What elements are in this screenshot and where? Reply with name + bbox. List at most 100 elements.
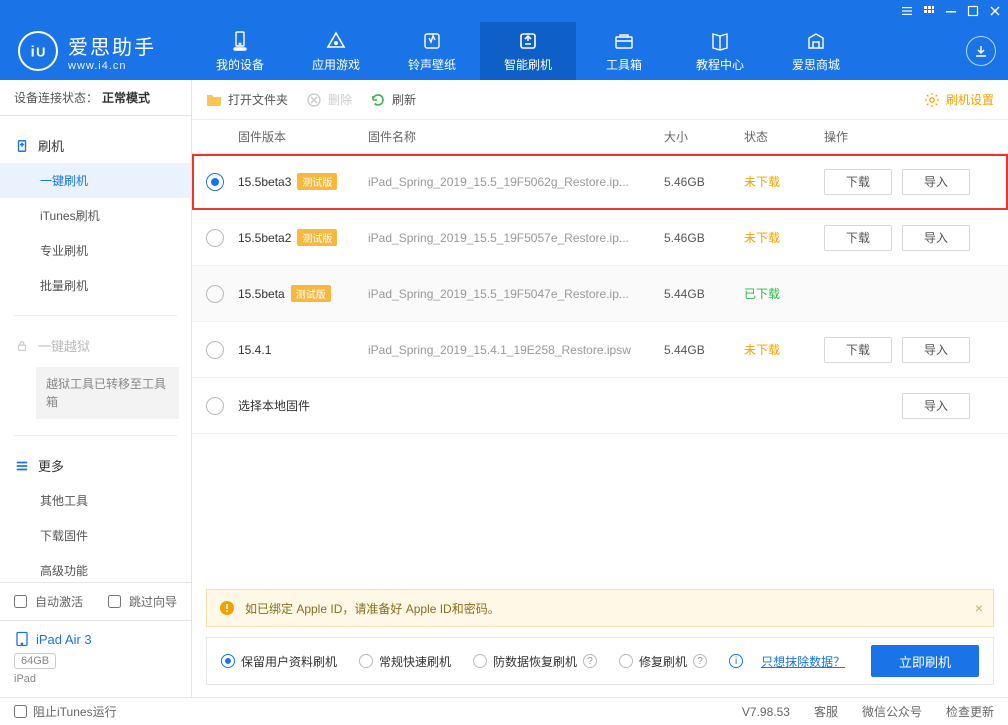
menu-icon[interactable] bbox=[900, 4, 914, 18]
tablet-icon bbox=[14, 631, 30, 647]
grid-icon[interactable] bbox=[922, 4, 936, 18]
delete-button[interactable]: 删除 bbox=[306, 91, 352, 108]
fw-version: 15.5beta bbox=[238, 287, 285, 301]
fw-size: 5.46GB bbox=[664, 231, 744, 245]
block-itunes-label: 阻止iTunes运行 bbox=[33, 703, 117, 720]
side-item[interactable]: iTunes刷机 bbox=[0, 198, 191, 233]
row-radio[interactable] bbox=[206, 285, 224, 303]
block-itunes-checkbox[interactable]: 阻止iTunes运行 bbox=[14, 703, 117, 720]
topnav-item-5[interactable]: 教程中心 bbox=[672, 22, 768, 80]
fw-filename: iPad_Spring_2019_15.5_19F5047e_Restore.i… bbox=[368, 287, 664, 301]
warning-icon bbox=[219, 600, 235, 616]
row-radio[interactable] bbox=[206, 397, 224, 415]
side-item[interactable]: 批量刷机 bbox=[0, 268, 191, 303]
fw-status: 未下载 bbox=[744, 341, 824, 358]
flash-option[interactable]: 修复刷机? bbox=[619, 653, 707, 670]
topnav-label: 应用游戏 bbox=[312, 56, 360, 73]
radio-icon bbox=[473, 654, 487, 668]
flash-now-button[interactable]: 立即刷机 bbox=[871, 645, 979, 677]
flash-settings-button[interactable]: 刷机设置 bbox=[924, 91, 994, 108]
firmware-row[interactable]: 15.5beta3测试版iPad_Spring_2019_15.5_19F506… bbox=[192, 154, 1008, 210]
erase-data-link[interactable]: 只想抹除数据？ bbox=[761, 653, 845, 670]
side-group-label: 更多 bbox=[38, 456, 64, 475]
topnav-label: 我的设备 bbox=[216, 56, 264, 73]
topnav-item-1[interactable]: 应用游戏 bbox=[288, 22, 384, 80]
side-item[interactable]: 专业刷机 bbox=[0, 233, 191, 268]
side-item[interactable]: 高级功能 bbox=[0, 553, 191, 582]
side-item[interactable]: 其他工具 bbox=[0, 483, 191, 518]
local-firmware-row[interactable]: 选择本地固件 导入 bbox=[192, 378, 1008, 434]
flash-option[interactable]: 保留用户资料刷机 bbox=[221, 653, 337, 670]
flash-option[interactable]: 防数据恢复刷机? bbox=[473, 653, 597, 670]
support-link[interactable]: 客服 bbox=[814, 703, 838, 720]
check-update-link[interactable]: 检查更新 bbox=[946, 703, 994, 720]
firmware-row[interactable]: 15.4.1iPad_Spring_2019_15.4.1_19E258_Res… bbox=[192, 322, 1008, 378]
topnav-item-6[interactable]: 爱思商城 bbox=[768, 22, 864, 80]
toolbar: 打开文件夹 删除 刷新 刷机设置 bbox=[192, 80, 1008, 120]
side-group-icon bbox=[14, 138, 30, 154]
notice-bar: 如已绑定 Apple ID，请准备好 Apple ID和密码。 × bbox=[206, 589, 994, 627]
connection-mode: 正常模式 bbox=[102, 89, 150, 106]
th-status: 状态 bbox=[744, 128, 824, 145]
firmware-row[interactable]: 15.5beta2测试版iPad_Spring_2019_15.5_19F505… bbox=[192, 210, 1008, 266]
side-item[interactable]: 下载固件 bbox=[0, 518, 191, 553]
download-button[interactable]: 下载 bbox=[824, 225, 892, 251]
table-header: 固件版本 固件名称 大小 状态 操作 bbox=[192, 120, 1008, 154]
flash-option[interactable]: 常规快速刷机 bbox=[359, 653, 451, 670]
auto-activate-label: 自动激活 bbox=[35, 593, 83, 610]
download-button[interactable]: 下载 bbox=[824, 337, 892, 363]
connection-status: 设备连接状态： 正常模式 bbox=[0, 80, 191, 116]
row-radio[interactable] bbox=[206, 341, 224, 359]
download-button[interactable]: 下载 bbox=[824, 169, 892, 195]
row-radio[interactable] bbox=[206, 229, 224, 247]
maximize-icon[interactable] bbox=[966, 4, 980, 18]
flash-option-label: 常规快速刷机 bbox=[379, 653, 451, 670]
th-ops: 操作 bbox=[824, 128, 994, 145]
side-group-icon bbox=[14, 338, 30, 354]
import-button[interactable]: 导入 bbox=[902, 225, 970, 251]
auto-activate-checkbox[interactable] bbox=[14, 595, 27, 608]
status-bar: 阻止iTunes运行 V7.98.53 客服 微信公众号 检查更新 bbox=[0, 697, 1008, 725]
flash-option-label: 保留用户资料刷机 bbox=[241, 653, 337, 670]
radio-icon bbox=[359, 654, 373, 668]
content-pane: 打开文件夹 删除 刷新 刷机设置 固件版本 固件名称 大小 状态 操作 bbox=[192, 80, 1008, 697]
svg-text:i: i bbox=[31, 45, 35, 61]
fw-status: 已下载 bbox=[744, 285, 824, 302]
fw-size: 5.44GB bbox=[664, 343, 744, 357]
side-group-head[interactable]: 一键越狱 bbox=[0, 328, 191, 363]
beta-tag: 测试版 bbox=[297, 229, 337, 246]
flash-settings-label: 刷机设置 bbox=[946, 91, 994, 108]
topnav-item-3[interactable]: 智能刷机 bbox=[480, 22, 576, 80]
device-info[interactable]: iPad Air 3 64GB iPad bbox=[0, 620, 191, 697]
import-button[interactable]: 导入 bbox=[902, 393, 970, 419]
topnav-item-4[interactable]: 工具箱 bbox=[576, 22, 672, 80]
topnav-icon bbox=[613, 30, 635, 52]
refresh-button[interactable]: 刷新 bbox=[370, 91, 416, 108]
flash-action-bar: 保留用户资料刷机 常规快速刷机 防数据恢复刷机? 修复刷机? i 只想抹除数据？ 立即刷机 bbox=[206, 637, 994, 685]
fw-filename: iPad_Spring_2019_15.4.1_19E258_Restore.i… bbox=[368, 343, 664, 357]
info-icon[interactable]: i bbox=[729, 654, 743, 668]
minimize-icon[interactable] bbox=[944, 4, 958, 18]
close-icon[interactable] bbox=[988, 4, 1002, 18]
topnav-label: 工具箱 bbox=[606, 56, 642, 73]
help-icon[interactable]: ? bbox=[583, 654, 597, 668]
download-manager-button[interactable] bbox=[966, 36, 996, 66]
open-folder-button[interactable]: 打开文件夹 bbox=[206, 91, 288, 108]
topnav-label: 教程中心 bbox=[696, 56, 744, 73]
skip-guide-label: 跳过向导 bbox=[129, 593, 177, 610]
side-group-head[interactable]: 刷机 bbox=[0, 128, 191, 163]
skip-guide-checkbox[interactable] bbox=[108, 595, 121, 608]
topnav-item-0[interactable]: 我的设备 bbox=[192, 22, 288, 80]
help-icon[interactable]: ? bbox=[693, 654, 707, 668]
fw-size: 5.46GB bbox=[664, 175, 744, 189]
wechat-link[interactable]: 微信公众号 bbox=[862, 703, 922, 720]
row-radio[interactable] bbox=[206, 173, 224, 191]
topnav-item-2[interactable]: 铃声壁纸 bbox=[384, 22, 480, 80]
firmware-row[interactable]: 15.5beta测试版iPad_Spring_2019_15.5_19F5047… bbox=[192, 266, 1008, 322]
import-button[interactable]: 导入 bbox=[902, 337, 970, 363]
import-button[interactable]: 导入 bbox=[902, 169, 970, 195]
side-item[interactable]: 一键刷机 bbox=[0, 163, 191, 198]
notice-close-icon[interactable]: × bbox=[975, 600, 983, 616]
side-group-head[interactable]: 更多 bbox=[0, 448, 191, 483]
local-firmware-label: 选择本地固件 bbox=[238, 397, 310, 414]
